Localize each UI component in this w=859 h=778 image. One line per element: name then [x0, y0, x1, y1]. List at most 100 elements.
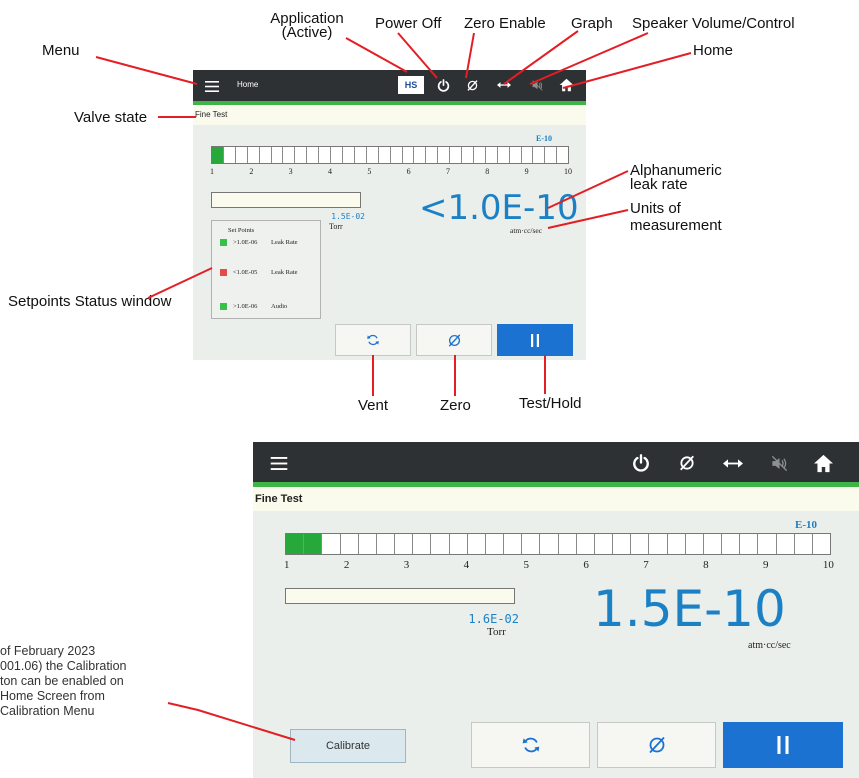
- callout-graph: Graph: [571, 15, 613, 32]
- setpoint-label: Leak Rate: [271, 269, 298, 276]
- tick-label: 2: [343, 559, 350, 571]
- range-exponent: E-10: [795, 519, 817, 531]
- tick-label: 5: [367, 167, 372, 176]
- application-badge[interactable]: HS: [398, 76, 424, 94]
- callout-speaker: Speaker Volume/Control: [632, 15, 795, 32]
- callout-vent: Vent: [358, 397, 389, 414]
- tick-label: 1: [210, 167, 214, 176]
- power-icon[interactable]: [435, 77, 451, 93]
- callout-menu: Menu: [42, 42, 80, 59]
- bargraph-segment: [450, 147, 463, 163]
- tick-label: 9: [524, 167, 529, 176]
- home-icon[interactable]: [557, 76, 575, 94]
- leak-rate-bargraph: [285, 533, 831, 555]
- pressure-units: Torr: [487, 626, 506, 638]
- tick-label: 6: [406, 167, 411, 176]
- setpoint-value: >1.0E-06: [233, 239, 258, 246]
- menu-icon[interactable]: [269, 453, 289, 473]
- vent-icon: [367, 334, 379, 346]
- graph-arrow-icon[interactable]: [721, 452, 745, 474]
- vent-button[interactable]: [335, 324, 411, 356]
- graph-arrow-icon[interactable]: [496, 77, 512, 93]
- zero-button[interactable]: [597, 722, 716, 768]
- tick-label: 6: [583, 559, 589, 571]
- bargraph-segment: [613, 534, 632, 554]
- bargraph-segment: [331, 147, 343, 163]
- bargraph-segment: [395, 534, 414, 554]
- bargraph-segment: [307, 147, 320, 163]
- top-bar: Home HS: [193, 70, 586, 101]
- tick-label: 8: [703, 559, 709, 571]
- tick-label: 10: [822, 559, 834, 571]
- bargraph-segment: [462, 147, 474, 163]
- tick-label: 8: [485, 167, 490, 176]
- test-hold-button[interactable]: [723, 722, 843, 768]
- bargraph-segment: [366, 147, 379, 163]
- leak-rate-value: 1.5E-10: [593, 580, 786, 638]
- calibrate-button[interactable]: Calibrate: [290, 729, 406, 763]
- pressure-value: 1.6E-02: [468, 612, 519, 626]
- callout-home: Home: [693, 42, 734, 59]
- bargraph-segment: [414, 147, 427, 163]
- home-icon[interactable]: [811, 451, 835, 475]
- bargraph-segment: [504, 534, 523, 554]
- bargraph-segment: [304, 534, 323, 554]
- bargraph-segment: [545, 147, 558, 163]
- tick-label: 9: [763, 559, 769, 571]
- speaker-mute-icon[interactable]: [768, 452, 790, 474]
- leak-rate-value: <1.0E-10: [419, 188, 579, 228]
- leader-menu: [95, 56, 198, 85]
- pause-icon: [531, 333, 539, 347]
- range-exponent: E-10: [536, 134, 552, 143]
- bargraph-segment: [649, 534, 668, 554]
- bargraph-segment: [390, 147, 403, 163]
- home-screen-annotated: Home HS Fine Test E-10 1 2 3 4 5 6 7 8 9 10 1.5E-…: [193, 70, 586, 360]
- zero-icon: [448, 333, 460, 347]
- menu-icon[interactable]: [204, 78, 220, 94]
- bargraph-segment: [497, 147, 510, 163]
- callout-alphanumeric: Alphanumeric leak rate: [630, 162, 722, 193]
- speaker-mute-icon[interactable]: [529, 77, 545, 93]
- bargraph-segment: [509, 147, 522, 163]
- note-line: ton can be enabled on: [0, 674, 124, 688]
- bargraph-segment: [319, 147, 332, 163]
- callout-zero: Zero: [440, 397, 471, 414]
- bargraph-segment: [235, 147, 248, 163]
- pressure-units: Torr: [329, 222, 343, 231]
- bargraph-segment: [576, 534, 595, 554]
- valve-state-text: Fine Test: [195, 110, 228, 119]
- tick-label: 2: [249, 167, 254, 176]
- bargraph-segment: [521, 147, 534, 163]
- zero-icon[interactable]: [676, 452, 698, 474]
- setpoints-title: Set Points: [228, 227, 255, 234]
- bargraph-segment: [558, 534, 577, 554]
- bargraph-segment: [413, 534, 432, 554]
- vent-button[interactable]: [471, 722, 590, 768]
- callout-setpoints-status: Setpoints Status window: [8, 293, 172, 310]
- bargraph-segment: [703, 534, 723, 554]
- bargraph-segment: [295, 147, 308, 163]
- bargraph-segment: [322, 534, 341, 554]
- bargraph-segment: [283, 147, 296, 163]
- valve-state-bar: Fine Test: [193, 105, 586, 125]
- pressure-range-box: [285, 588, 515, 604]
- home-screen-calibrate: Fine Test E-10 1 2 3 4 5 6 7 8 9 10 1.6E-02 Torr …: [253, 442, 859, 778]
- bargraph-segment: [376, 534, 396, 554]
- bargraph-segment: [667, 534, 686, 554]
- setpoint-row: >1.0E-06 Leak Rate: [220, 239, 298, 246]
- zero-button[interactable]: [416, 324, 492, 356]
- bargraph-segment: [485, 534, 505, 554]
- tick-label: 4: [327, 167, 332, 176]
- tick-label: 3: [403, 559, 410, 571]
- callout-application: Application (Active): [270, 10, 344, 41]
- note-line: Home Screen from: [0, 689, 105, 703]
- bargraph-segment: [402, 147, 415, 163]
- power-icon[interactable]: [630, 452, 652, 474]
- setpoint-indicator: [220, 269, 227, 276]
- test-hold-button[interactable]: [497, 324, 573, 356]
- setpoint-value: >1.0E-06: [233, 303, 258, 310]
- bargraph-segment: [340, 534, 359, 554]
- bargraph-segment: [776, 534, 795, 554]
- zero-icon[interactable]: [464, 77, 480, 93]
- bargraph-segment: [431, 534, 450, 554]
